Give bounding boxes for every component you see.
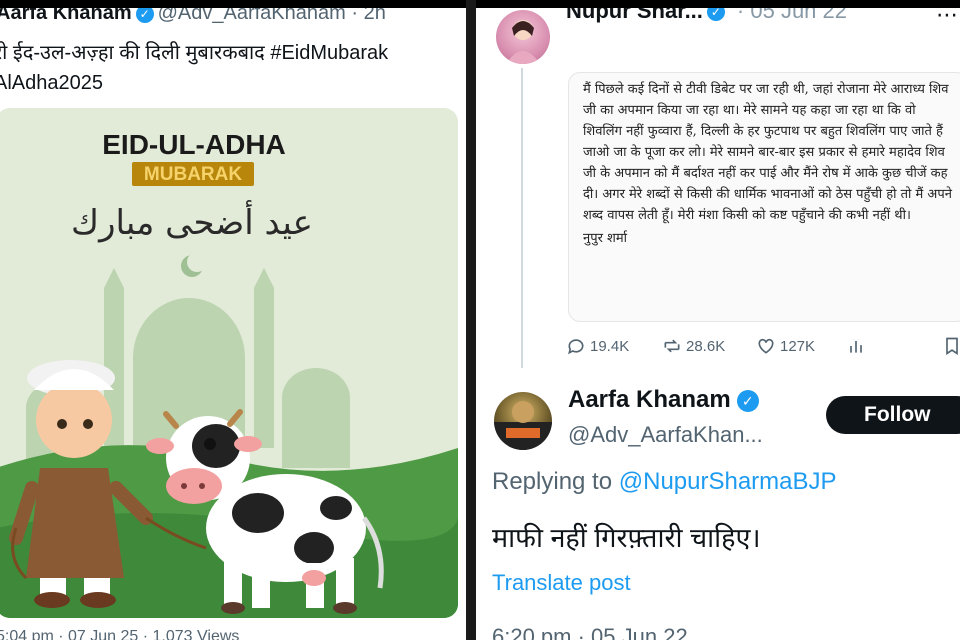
- more-icon[interactable]: ⋯: [936, 8, 958, 28]
- letter-signature: नुपुर शर्मा: [583, 231, 628, 246]
- left-tweet-header: Aarfa Khanam ✓ @Adv_AarfaKhanam · 2h: [0, 8, 386, 25]
- reply-count: 19.4K: [590, 337, 630, 355]
- image-arabic: عيد أضحى مبارك: [71, 200, 313, 243]
- right-tweet-panel: Nupur Shar... ✓ · 05 Jun 22 ⋯ मैं पिछले कई…: [476, 8, 960, 640]
- reply-text: माफी नहीं गिरफ़्तारी चाहिए।: [492, 523, 761, 553]
- tweet-text-line-1: री ईद-उल-अज़्हा की दिली मुबारकबाद #EidMu…: [0, 42, 389, 64]
- author-handle-time[interactable]: @Adv_AarfaKhanam · 2h: [158, 8, 386, 24]
- replying-to-line: Replying to @NupurSharmaBJP: [492, 468, 837, 496]
- tweet-text-line-2[interactable]: AlAdha2025: [0, 68, 464, 98]
- tweet-text: री ईद-उल-अज़्हा की दिली मुबारकबाद #EidMu…: [0, 38, 464, 98]
- analytics-button[interactable]: [846, 336, 866, 356]
- thread-connector-line: [521, 68, 523, 368]
- repost-icon: [664, 339, 680, 353]
- aarfa-avatar[interactable]: [494, 392, 552, 450]
- like-count: 127K: [780, 337, 816, 355]
- bookmark-icon: [946, 337, 958, 356]
- nupur-avatar[interactable]: [496, 10, 550, 64]
- image-subtitle: MUBARAK: [144, 164, 242, 185]
- reply-icon: [568, 339, 584, 355]
- reply-button[interactable]: 19.4K: [566, 336, 629, 356]
- repost-count: 28.6K: [686, 337, 726, 355]
- author-name[interactable]: Aarfa Khanam: [0, 8, 132, 24]
- bookmark-button[interactable]: [942, 336, 960, 356]
- replying-prefix: Replying to: [492, 468, 619, 495]
- top-black-bar: [0, 0, 960, 8]
- reply-author-name[interactable]: Aarfa Khanam ✓: [568, 386, 763, 414]
- verified-badge-icon: ✓: [706, 8, 725, 22]
- nupur-name[interactable]: Nupur Shar...: [566, 8, 703, 23]
- analytics-icon: [850, 341, 862, 353]
- letter-text: मैं पिछले कई दिनों से टीवी डिबेट पर जा र…: [583, 82, 952, 223]
- reply-timestamp[interactable]: 6:20 pm · 05 Jun 22: [492, 624, 688, 640]
- like-button[interactable]: 127K: [756, 336, 815, 356]
- translate-post-link[interactable]: Translate post: [492, 570, 631, 596]
- left-tweet-meta: 5:04 pm · 07 Jun 25 · 1,073 Views: [0, 628, 240, 640]
- panel-divider: [466, 0, 476, 640]
- verified-badge-icon: ✓: [736, 389, 759, 412]
- nupur-tweet-date[interactable]: · 05 Jun 22: [737, 8, 847, 23]
- left-tweet-panel: Aarfa Khanam ✓ @Adv_AarfaKhanam · 2h री ईद…: [0, 8, 466, 640]
- apology-letter-image[interactable]: मैं पिछले कई दिनों से टीवी डिबेट पर जा र…: [568, 72, 960, 322]
- heart-icon: [758, 338, 774, 354]
- nupur-tweet-header: Nupur Shar... ✓ · 05 Jun 22: [566, 8, 847, 24]
- eid-post-image[interactable]: EID-UL-ADHA MUBARAK عيد أضحى مبارك: [0, 108, 458, 618]
- image-title: EID-UL-ADHA: [102, 129, 286, 160]
- replying-mention-link[interactable]: @NupurSharmaBJP: [619, 468, 837, 495]
- verified-badge-icon: ✓: [135, 8, 154, 23]
- follow-button[interactable]: Follow: [826, 396, 960, 434]
- reply-author-handle[interactable]: @Adv_AarfaKhan...: [568, 422, 763, 448]
- reply-author-name-text: Aarfa Khanam: [568, 386, 731, 413]
- repost-button[interactable]: 28.6K: [662, 336, 725, 356]
- tweet-actions: 19.4K 28.6K 127K: [566, 336, 960, 360]
